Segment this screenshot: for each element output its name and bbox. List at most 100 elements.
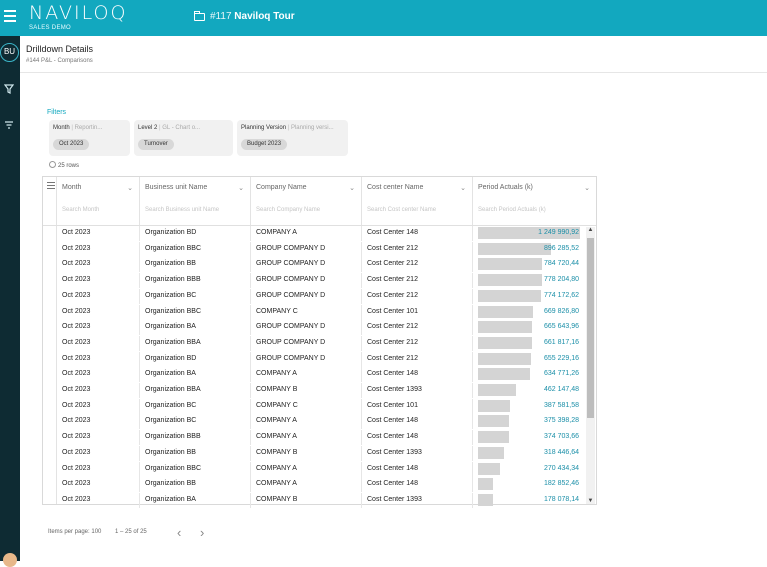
cell-month: Oct 2023 (57, 445, 140, 461)
user-avatar[interactable] (3, 553, 17, 567)
column-search-input[interactable]: Search Company Name (256, 207, 320, 213)
paginator: Items per page: 100 1 – 25 of 25 (48, 529, 147, 535)
next-page-icon[interactable]: › (200, 525, 204, 540)
prev-page-icon[interactable]: ‹ (177, 525, 181, 540)
table-row[interactable]: Oct 2023 Organization BBA COMPANY B Cost Ce… (57, 383, 582, 398)
column-header-period-actuals[interactable]: Period Actuals (k) ⌄ Search Period Actua… (473, 177, 596, 225)
table-row[interactable]: Oct 2023 Organization BA COMPANY A Cost Cen… (57, 367, 582, 383)
column-search-input[interactable]: Search Cost center Name (367, 207, 436, 213)
column-menu-icon[interactable] (47, 182, 55, 191)
avatar[interactable]: BU (0, 43, 19, 62)
column-search-input[interactable]: Search Period Actuals (k) (478, 207, 546, 213)
tour-title[interactable]: #117 Naviloq Tour (210, 11, 295, 22)
value-bar (478, 446, 504, 459)
value-bar (478, 321, 532, 334)
cell-company: GROUP COMPANY D (251, 335, 362, 351)
column-search-input[interactable]: Search Month (62, 207, 99, 213)
value-text: 655 229,16 (543, 354, 579, 362)
menu-icon[interactable] (4, 10, 16, 22)
filter-lines-icon[interactable] (4, 120, 14, 133)
cell-business-unit: Organization BD (140, 226, 251, 241)
column-title: Month (62, 184, 82, 191)
cell-business-unit: Organization BBA (140, 335, 251, 351)
table-row[interactable]: Oct 2023 Organization BC COMPANY A Cost Cen… (57, 414, 582, 430)
value-text: 665 643,96 (543, 323, 579, 331)
page-subtitle: #144 P&L - Comparisons (26, 58, 93, 64)
filter-chip[interactable]: Turnover (138, 139, 174, 150)
table-row[interactable]: Oct 2023 Organization BD COMPANY A Cost Cen… (57, 226, 582, 241)
table-row[interactable]: Oct 2023 Organization BC COMPANY C Cost Cen… (57, 398, 582, 414)
cell-business-unit: Organization BBC (140, 241, 251, 257)
filter-chip[interactable]: Budget 2023 (241, 139, 288, 150)
value-text: 182 852,46 (543, 480, 579, 488)
value-text: 778 204,80 (543, 276, 579, 284)
vertical-scrollbar[interactable]: ▲ ▼ (586, 227, 595, 504)
app-logo[interactable]: NAVILOQ (29, 2, 127, 24)
chevron-down-icon[interactable]: ⌄ (584, 184, 590, 192)
cell-cost-center: Cost Center 148 (362, 226, 473, 241)
funnel-filter-icon[interactable] (3, 84, 15, 97)
cell-period-actuals: 669 826,80 (473, 305, 582, 320)
cell-cost-center: Cost Center 148 (362, 461, 473, 477)
value-text: 270 434,34 (543, 464, 579, 472)
cell-month: Oct 2023 (57, 257, 140, 273)
page-title: Drilldown Details (26, 44, 94, 54)
info-icon (49, 161, 56, 168)
cell-business-unit: Organization BD (140, 351, 251, 367)
table-row[interactable]: Oct 2023 Organization BBC COMPANY A Cost Ce… (57, 461, 582, 477)
column-header-cost-center[interactable]: Cost center Name ⌄ Search Cost center Na… (362, 177, 473, 225)
value-bar (478, 478, 493, 491)
scrollbar-thumb[interactable] (587, 238, 594, 418)
filter-chip[interactable]: Oct 2023 (53, 139, 90, 150)
value-bar (478, 258, 542, 271)
table-row[interactable]: Oct 2023 Organization BBA GROUP COMPANY DC… (57, 335, 582, 351)
chevron-down-icon[interactable]: ⌄ (460, 184, 466, 192)
cell-company: COMPANY A (251, 461, 362, 477)
scroll-down-icon[interactable]: ▼ (586, 498, 595, 504)
filter-level-2[interactable]: Level 2 | GL - Chart o... Turnover (134, 120, 233, 156)
column-header-business-unit[interactable]: Business unit Name ⌄ Search Business uni… (140, 177, 251, 225)
value-bar (478, 431, 509, 444)
cell-month: Oct 2023 (57, 335, 140, 351)
cell-company: GROUP COMPANY D (251, 241, 362, 257)
chevron-down-icon[interactable]: ⌄ (238, 184, 244, 192)
table-row[interactable]: Oct 2023 Organization BA GROUP COMPANY D Co… (57, 320, 582, 336)
column-title: Company Name (256, 184, 307, 191)
table-row[interactable]: Oct 2023 Organization BBB COMPANY A Cost Ce… (57, 430, 582, 446)
cell-period-actuals: 318 446,64 (473, 446, 582, 461)
data-grid: Month ⌄ Search Month Business unit Name … (42, 176, 597, 508)
items-per-page[interactable]: Items per page: 100 (48, 529, 101, 535)
cell-cost-center: Cost Center 1393 (362, 383, 473, 398)
chevron-down-icon[interactable]: ⌄ (349, 184, 355, 192)
chevron-down-icon[interactable]: ⌄ (127, 184, 133, 192)
column-search-input[interactable]: Search Business unit Name (145, 207, 219, 213)
table-row[interactable]: Oct 2023 Organization BBB GROUP COMPANY DC… (57, 273, 582, 289)
filter-hint: Reportin... (74, 125, 103, 131)
scroll-up-icon[interactable]: ▲ (586, 227, 595, 233)
cell-business-unit: Organization BB (140, 445, 251, 461)
cell-period-actuals: 784 720,44 (473, 257, 582, 272)
table-row[interactable]: Oct 2023 Organization BD GROUP COMPANY D Co… (57, 351, 582, 367)
cell-company: GROUP COMPANY D (251, 257, 362, 273)
value-bar (478, 352, 531, 365)
cell-period-actuals: 462 147,48 (473, 383, 582, 398)
cell-period-actuals: 374 703,66 (473, 430, 582, 445)
column-header-company[interactable]: Company Name ⌄ Search Company Name (251, 177, 362, 225)
table-row[interactable]: Oct 2023 Organization BB COMPANY A Cost Cen… (57, 477, 582, 493)
cell-month: Oct 2023 (57, 430, 140, 446)
table-row[interactable]: Oct 2023 Organization BB COMPANY B Cost Cen… (57, 445, 582, 461)
column-header-month[interactable]: Month ⌄ Search Month (57, 177, 140, 225)
value-bar (478, 368, 530, 381)
table-row[interactable]: Oct 2023 Organization BB GROUP COMPANY D Co… (57, 257, 582, 273)
filter-month[interactable]: Month | Reportin... Oct 2023 (49, 120, 130, 156)
table-row[interactable]: Oct 2023 Organization BBC GROUP COMPANY DC… (57, 241, 582, 257)
cell-month: Oct 2023 (57, 477, 140, 493)
value-bar (478, 462, 500, 475)
table-row[interactable]: Oct 2023 Organization BBC COMPANY C Cost Ce… (57, 304, 582, 320)
cell-cost-center: Cost Center 212 (362, 288, 473, 304)
table-row[interactable]: Oct 2023 Organization BA COMPANY B Cost Cen… (57, 492, 582, 508)
table-row[interactable]: Oct 2023 Organization BC GROUP COMPANY D Co… (57, 288, 582, 304)
cell-company: GROUP COMPANY D (251, 320, 362, 336)
filter-planning-version[interactable]: Planning Version | Planning versi... Bud… (237, 120, 348, 156)
cell-cost-center: Cost Center 212 (362, 241, 473, 257)
